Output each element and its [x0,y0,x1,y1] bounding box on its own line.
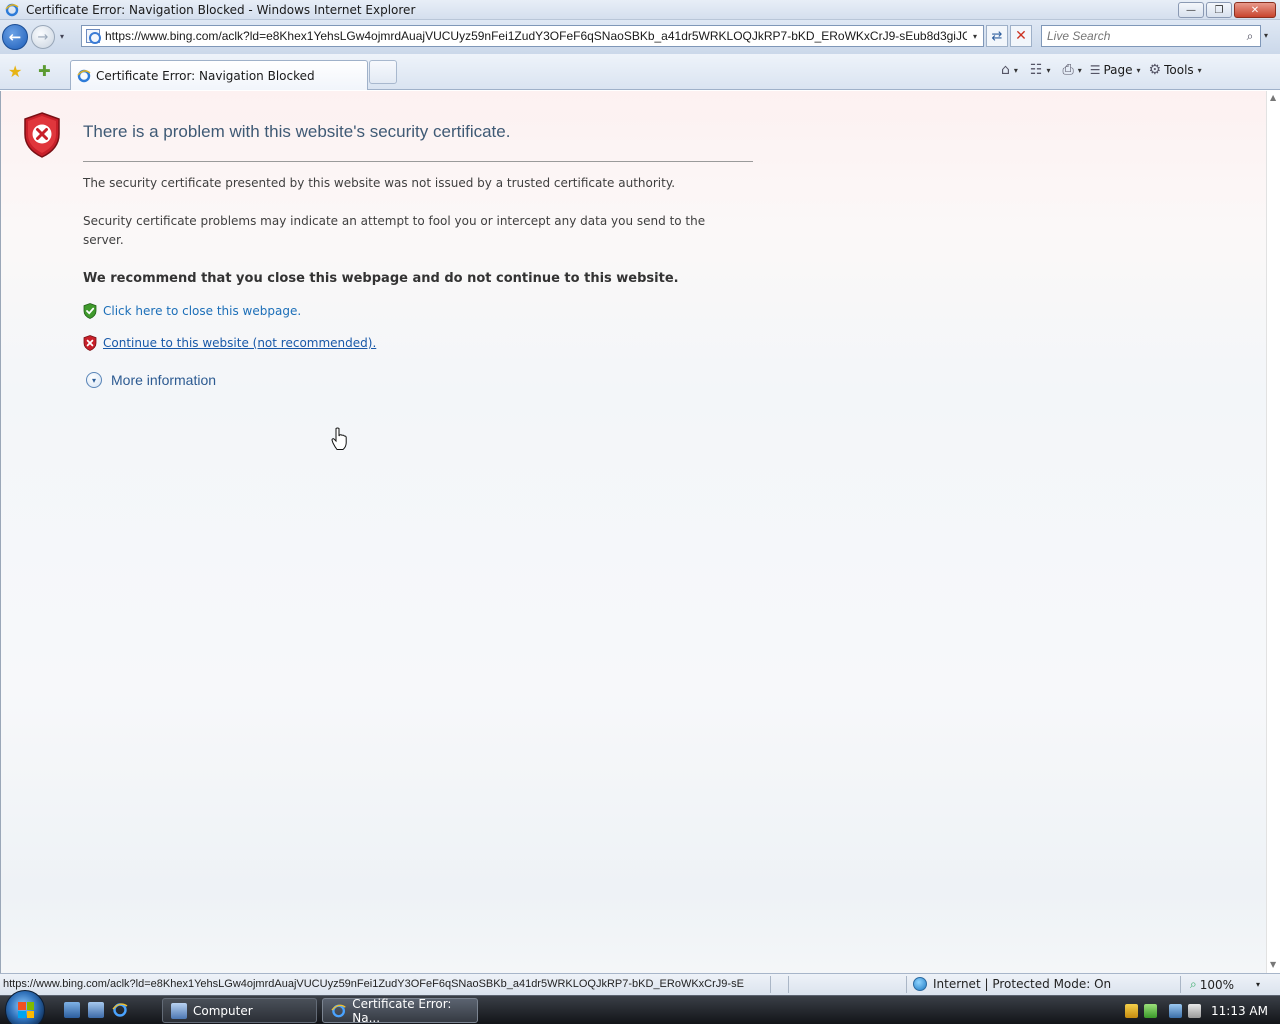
tools-menu-button[interactable]: ⚙ Tools ▾ [1146,60,1205,80]
feeds-icon: ☷ [1029,62,1043,78]
chevron-down-icon[interactable]: ▾ [1046,66,1050,75]
status-separator [770,976,771,993]
minimize-button[interactable]: — [1178,2,1204,18]
red-shield-icon [83,335,97,351]
page-content: There is a problem with this website's s… [0,91,1266,973]
address-url[interactable]: https://www.bing.com/aclk?ld=e8Khex1Yehs… [105,29,967,43]
more-information-toggle[interactable]: ▾ More information [86,372,216,388]
page-menu-button[interactable]: ☰ Page ▾ [1087,60,1144,80]
gear-icon: ⚙ [1148,62,1162,78]
update-tray-icon[interactable] [1144,1003,1158,1018]
search-icon[interactable]: ⌕ [1240,29,1260,44]
zoom-level: 100% [1199,977,1235,992]
status-separator [906,976,907,993]
continue-to-website-link[interactable]: Continue to this website (not recommende… [103,336,376,350]
start-button[interactable] [5,990,45,1024]
forward-button[interactable]: → [31,25,55,49]
refresh-button[interactable]: ⇄ [986,25,1008,47]
search-box[interactable]: ⌕ [1041,25,1261,47]
computer-icon [171,1002,187,1019]
close-webpage-option[interactable]: Click here to close this webpage. [83,303,301,319]
show-desktop-icon[interactable] [64,1002,80,1018]
ie-page-icon [77,69,91,82]
home-icon: ⌂ [1001,62,1010,78]
tab-label: Certificate Error: Navigation Blocked [96,68,315,83]
status-separator [788,976,789,993]
close-window-button[interactable]: ✕ [1234,2,1276,18]
ie-logo-icon [5,3,19,17]
chevron-down-icon[interactable]: ▾ [1014,66,1018,75]
back-button[interactable]: ← [2,24,28,50]
stop-button[interactable]: ✕ [1010,25,1032,47]
globe-icon [913,977,927,991]
print-button[interactable]: ⎙ ▾ [1059,60,1084,80]
new-tab-button[interactable] [369,60,397,84]
chevron-down-icon[interactable]: ▾ [1078,66,1082,75]
feeds-button[interactable]: ☷ ▾ [1027,60,1054,80]
address-bar[interactable]: https://www.bing.com/aclk?ld=e8Khex1Yehs… [81,25,984,47]
taskbar-ie-label: Certificate Error: Na... [352,996,452,1024]
hand-pointer-cursor-icon [331,427,347,450]
window-title-bar[interactable]: Certificate Error: Navigation Blocked - … [0,0,1280,20]
vertical-scrollbar[interactable]: ▲ ▼ [1266,91,1280,973]
tools-menu-label: Tools [1164,63,1194,77]
windows-taskbar: Computer Certificate Error: Na... 11:13 … [0,990,1280,1024]
page-menu-label: Page [1103,63,1133,77]
security-zone-label: Internet | Protected Mode: On [933,977,1112,991]
page-icon: ☰ [1089,63,1101,77]
taskbar-ie-window[interactable]: Certificate Error: Na... [322,996,478,1024]
status-link-url: https://www.bing.com/aclk?ld=e8Khex1Yehs… [3,978,744,990]
green-shield-icon [83,303,97,319]
scroll-down-arrow-icon[interactable]: ▼ [1270,960,1276,969]
command-bar: ⌂ ▾ ☷ ▾ ⎙ ▾ ☰ Page ▾ ⚙ Tools ▾ [998,60,1205,80]
recent-pages-dropdown[interactable]: ▾ [60,32,64,41]
taskbar-computer-window[interactable]: Computer [162,998,317,1023]
continue-website-option[interactable]: Continue to this website (not recommende… [83,335,376,351]
home-button[interactable]: ⌂ ▾ [998,60,1021,80]
system-tray: 11:13 AM [1117,996,1280,1024]
zoom-control[interactable]: ⌕ 100% ▾ [1190,977,1260,992]
clock[interactable]: 11:13 AM [1211,1004,1268,1018]
certificate-explanation: The security certificate presented by th… [83,176,676,190]
expand-chevron-icon[interactable]: ▾ [86,372,102,388]
ie-logo-icon [331,1004,346,1017]
ie-quick-launch-icon[interactable] [112,1002,128,1018]
security-error-shield-icon [24,112,60,158]
status-separator [1180,976,1181,993]
zoom-icon: ⌕ [1190,977,1197,991]
close-webpage-link[interactable]: Click here to close this webpage. [103,304,301,318]
zoom-dropdown-icon[interactable]: ▾ [1256,980,1260,989]
chevron-down-icon: ▾ [1136,65,1141,75]
chevron-down-icon: ▾ [1197,65,1202,75]
quick-launch [64,1002,128,1018]
windows-logo-icon [18,1002,34,1018]
security-warning-text: Security certificate problems may indica… [83,214,706,247]
window-title: Certificate Error: Navigation Blocked - … [26,3,416,17]
switch-windows-icon[interactable] [88,1002,104,1018]
add-to-favorites-icon[interactable]: ✚ [38,62,51,80]
search-input[interactable] [1042,27,1240,45]
page-icon [86,29,101,44]
more-information-label[interactable]: More information [111,372,216,388]
taskbar-computer-label: Computer [193,1003,253,1018]
title-divider [83,161,753,162]
page-title: There is a problem with this website's s… [83,122,511,141]
window-controls: — ❐ ✕ [1178,2,1276,18]
security-zone[interactable]: Internet | Protected Mode: On [913,977,1111,991]
search-provider-dropdown[interactable]: ▾ [1264,31,1268,40]
scroll-up-arrow-icon[interactable]: ▲ [1270,93,1276,102]
address-dropdown[interactable]: ▾ [967,32,983,41]
recommendation-text: We recommend that you close this webpage… [83,271,679,286]
tab-certificate-error[interactable]: Certificate Error: Navigation Blocked [70,60,368,90]
restore-button[interactable]: ❐ [1206,2,1232,18]
print-icon: ⎙ [1062,62,1074,78]
network-tray-icon[interactable] [1169,1003,1183,1018]
volume-tray-icon[interactable] [1188,1003,1202,1018]
security-shield-tray-icon[interactable] [1125,1003,1139,1018]
status-bar: https://www.bing.com/aclk?ld=e8Khex1Yehs… [0,973,1280,995]
favorites-center-icon[interactable]: ★ [8,62,22,81]
